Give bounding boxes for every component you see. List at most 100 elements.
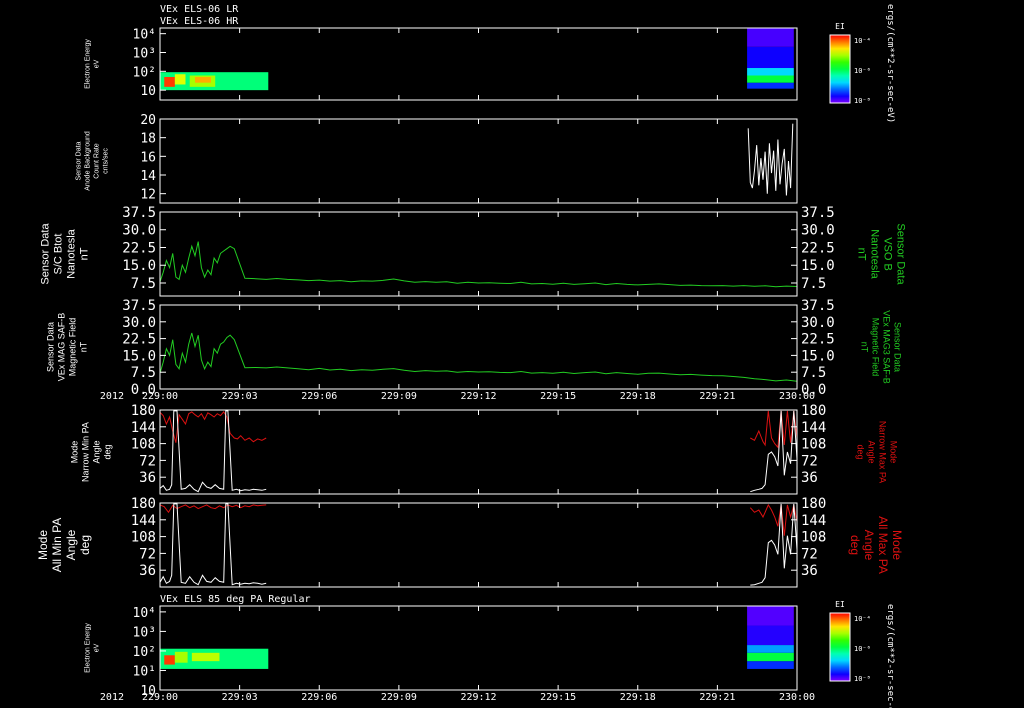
right-axis-label-line: Sensor Data [895,223,907,285]
y-axis-label-line: VEx MAG SAF-B [57,313,67,382]
y-tick-label: 10² [133,65,156,80]
y-tick-label-right: 72 [801,453,818,469]
y-tick-label-right: 144 [801,513,826,529]
y-tick-label: 72 [139,453,156,469]
y-axis-label-line: cnts/sec [103,148,110,174]
y-tick-label: 7.5 [131,276,156,292]
x-tick-label: 229:09 [381,391,417,402]
colorbar-tick-label: 10⁻⁶ [854,67,871,75]
y-tick-label: 10¹ [133,664,156,679]
y-axis-label-line: nT [79,341,89,352]
y-tick-label-right: 180 [801,496,826,512]
heatmap-cell [195,76,211,83]
y-tick-label-right: 22.5 [801,332,835,348]
heatmap-cell [747,606,794,626]
y-axis-label-line: Magnetic Field [68,318,78,377]
heatmap-cell [747,652,794,662]
heatmap-cell [164,655,175,665]
colorbar-tick-label: 10⁻⁴ [854,37,871,45]
y-axis-label-line: eV [94,59,101,68]
y-axis-label-line: Angle [92,440,102,463]
heatmap-cell [747,661,794,669]
y-tick-label: 22.5 [122,240,156,256]
x-tick-label: 229:00 [142,692,178,703]
y-tick-label-right: 7.5 [801,276,826,292]
heatmap-cell [747,46,794,69]
colorbar-tick-label: 10⁻⁸ [854,97,871,105]
x-tick-label: 229:12 [460,391,496,402]
y-axis-label-line: Electron Energy [85,623,92,673]
y-tick-label-right: 108 [801,530,826,546]
y-tick-label: 15.0 [122,258,156,274]
y-axis-label-line: Sensor Data [76,141,83,180]
y-tick-label: 12 [140,188,156,203]
y-tick-label: 180 [131,403,156,419]
y-axis-label-line: Mode [36,530,50,560]
x-tick-label: 229:15 [540,692,576,703]
y-tick-label: 10⁴ [133,606,156,621]
right-axis-label-line: All Max PA [876,516,890,574]
heatmap-cell [747,645,794,653]
y-axis-label-line: nT [79,247,91,260]
y-tick-label-right: 36 [801,470,818,486]
colorbar-tick-label: 10⁻⁸ [854,675,871,683]
y-axis-label-line: Anode Background [85,131,92,191]
y-tick-label-right: 108 [801,437,826,453]
right-axis-label-line: nT [856,248,868,261]
multi-panel-time-series-plot: VEx ELS-06 LR VEx ELS-06 HR ergs/(cm**2-… [0,0,1024,708]
y-tick-label: 37.5 [122,205,156,221]
y-tick-label-right: 37.5 [801,298,835,314]
right-axis-label-line: deg [856,444,866,459]
y-axis-label-line: Sensor Data [46,322,56,372]
x-tick-label: 229:18 [620,692,656,703]
y-tick-label: 10² [133,645,156,660]
x-tick-label: 229:00 [142,391,178,402]
x-tick-label: 229:09 [381,692,417,703]
right-axis-label-line: Nanotesla [869,229,881,279]
x-year-label: 2012 [100,692,124,703]
colorbar-unit-bottom: ergs/(cm**2-sr-sec-eV) [885,604,895,708]
y-tick-label-right: 15.0 [801,348,835,364]
y-tick-label-right: 30.0 [801,315,835,331]
y-axis-label-line: Count Rate [94,143,101,179]
y-tick-label: 18 [140,132,156,147]
y-axis-label-line: Nanotesla [66,228,78,278]
heatmap-cell [747,75,794,83]
heatmap-cell [747,625,794,646]
right-axis-label-line: Angle [862,530,876,561]
right-axis-label-line: Angle [867,440,877,463]
y-tick-label: 144 [131,420,156,436]
heatmap-cell [191,652,220,662]
y-axis-label-line: Electron Energy [85,39,92,89]
y-tick-label-right: 36 [801,563,818,579]
y-axis-label-line: All Min PA [50,518,64,572]
x-tick-label: 229:06 [301,391,337,402]
y-tick-label: 72 [139,546,156,562]
right-axis-label-line: Narrow Max PA [878,421,888,483]
y-tick-label: 30.0 [122,223,156,239]
x-year-label: 2012 [100,391,124,402]
x-tick-label: 229:18 [620,391,656,402]
y-axis-label-line: deg [78,535,92,555]
y-axis-label-line: Angle [64,529,78,560]
y-tick-label-right: 72 [801,546,818,562]
y-axis-label-line: deg [103,444,113,459]
y-tick-label-right: 22.5 [801,240,835,256]
heatmap-cell [747,68,794,76]
heatmap-cell [164,76,175,87]
y-tick-label-right: 7.5 [801,365,826,381]
heatmap-cell [174,651,188,663]
colorbar-tick-label: 10⁻⁴ [854,615,871,623]
x-tick-label: 229:03 [222,692,258,703]
panel-title: VEx ELS 85 deg PA Regular [160,594,311,605]
right-axis-label-line: Magnetic Field [871,318,881,377]
y-tick-label: 14 [140,169,156,184]
y-tick-label-right: 180 [801,403,826,419]
y-tick-label: 36 [139,470,156,486]
y-tick-label-right: 30.0 [801,223,835,239]
colorbar-label: EI [835,22,845,31]
y-tick-label: 36 [139,563,156,579]
y-tick-label: 37.5 [122,298,156,314]
x-tick-label: 229:15 [540,391,576,402]
colorbar-unit-top: ergs/(cm**2-sr-sec-eV) [885,4,895,123]
